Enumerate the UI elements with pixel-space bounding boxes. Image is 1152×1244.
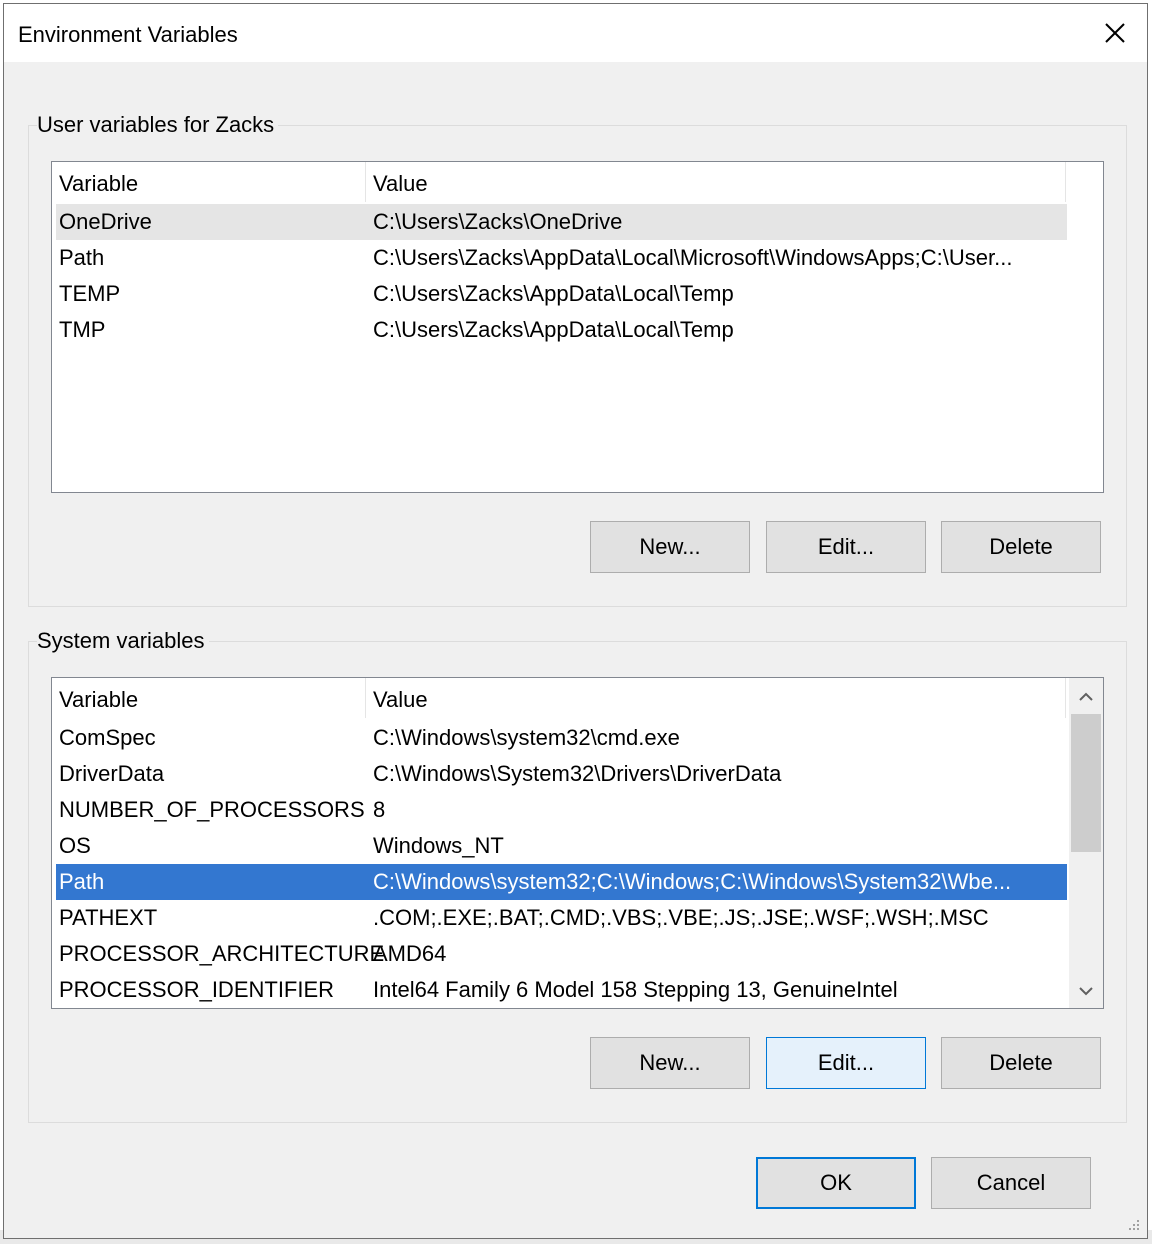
variable-cell: TMP [59, 317, 106, 342]
scroll-up-button[interactable] [1069, 680, 1103, 714]
variable-cell: Path [59, 869, 105, 894]
table-row[interactable]: TMP C:\Users\Zacks\AppData\Local\Temp [56, 312, 1067, 348]
scroll-down-icon [1079, 987, 1093, 996]
table-row[interactable]: DriverData C:\Windows\System32\Drivers\D… [56, 756, 1067, 792]
variable-cell: TEMP [59, 281, 121, 306]
table-row[interactable]: PATHEXT .COM;.EXE;.BAT;.CMD;.VBS;.VBE;.J… [56, 900, 1067, 936]
table-row[interactable]: NUMBER_OF_PROCESSORS 8 [56, 792, 1067, 828]
value-cell: C:\Windows\System32\Drivers\DriverData [373, 761, 782, 786]
table-row[interactable]: PROCESSOR_ARCHITECTURE AMD64 [56, 936, 1067, 972]
user-variables-label: User variables for Zacks [37, 112, 279, 138]
column-header-value[interactable]: Value [366, 162, 1066, 202]
table-row[interactable]: OS Windows_NT [56, 828, 1067, 864]
value-cell: C:\Windows\system32;C:\Windows;C:\Window… [373, 869, 1012, 894]
value-cell: C:\Users\Zacks\AppData\Local\Temp [373, 281, 734, 306]
variable-cell: DriverData [59, 761, 165, 786]
title-bar: Environment Variables [4, 4, 1147, 62]
scroll-down-button[interactable] [1069, 974, 1103, 1008]
system-new-button[interactable]: New... [590, 1037, 750, 1089]
value-cell: .COM;.EXE;.BAT;.CMD;.VBS;.VBE;.JS;.JSE;.… [373, 905, 989, 930]
user-new-button[interactable]: New... [590, 521, 750, 573]
table-row[interactable]: Path C:\Users\Zacks\AppData\Local\Micros… [56, 240, 1067, 276]
environment-variables-dialog: Environment Variables User variables for… [3, 3, 1148, 1239]
value-cell: Windows_NT [373, 833, 504, 858]
user-variables-list[interactable]: Variable Value OneDrive C:\Users\Zacks\O… [51, 161, 1104, 493]
cancel-button[interactable]: Cancel [931, 1157, 1091, 1209]
table-row[interactable]: PROCESSOR_IDENTIFIER Intel64 Family 6 Mo… [56, 972, 1067, 1008]
system-variables-list[interactable]: Variable Value ComSpec C:\Windows\system… [51, 677, 1104, 1009]
variable-cell: OS [59, 833, 91, 858]
user-edit-button[interactable]: Edit... [766, 521, 926, 573]
vertical-scrollbar[interactable] [1069, 678, 1103, 1008]
value-cell: C:\Users\Zacks\OneDrive [373, 209, 623, 234]
table-row[interactable]: ComSpec C:\Windows\system32\cmd.exe [56, 720, 1067, 756]
table-row-selected[interactable]: Path C:\Windows\system32;C:\Windows;C:\W… [56, 864, 1067, 900]
column-header-value[interactable]: Value [366, 678, 1066, 718]
variable-cell: NUMBER_OF_PROCESSORS [59, 797, 365, 822]
value-cell: Intel64 Family 6 Model 158 Stepping 13, … [373, 977, 898, 1002]
list-header: Variable Value [52, 162, 1067, 202]
value-cell: 8 [373, 797, 386, 822]
user-delete-button[interactable]: Delete [941, 521, 1101, 573]
column-header-variable[interactable]: Variable [52, 162, 366, 202]
variable-cell: OneDrive [59, 209, 152, 234]
variable-cell: PATHEXT [59, 905, 158, 930]
table-row[interactable]: TEMP C:\Users\Zacks\AppData\Local\Temp [56, 276, 1067, 312]
value-cell: AMD64 [373, 941, 447, 966]
system-variables-label: System variables [37, 628, 209, 654]
table-row[interactable]: OneDrive C:\Users\Zacks\OneDrive [56, 204, 1067, 240]
variable-cell: Path [59, 245, 105, 270]
column-header-variable[interactable]: Variable [52, 678, 366, 718]
close-icon [1105, 23, 1125, 43]
variable-cell: PROCESSOR_IDENTIFIER [59, 977, 335, 1002]
close-button[interactable] [1083, 4, 1147, 62]
resize-grip-icon[interactable] [1127, 1218, 1141, 1232]
system-edit-button[interactable]: Edit... [766, 1037, 926, 1089]
value-cell: C:\Users\Zacks\AppData\Local\Microsoft\W… [373, 245, 1013, 270]
variable-cell: PROCESSOR_ARCHITECTURE [59, 941, 385, 966]
scroll-up-icon [1079, 692, 1093, 701]
ok-button[interactable]: OK [756, 1157, 916, 1209]
window-title: Environment Variables [18, 22, 238, 47]
value-cell: C:\Users\Zacks\AppData\Local\Temp [373, 317, 734, 342]
variable-cell: ComSpec [59, 725, 156, 750]
system-delete-button[interactable]: Delete [941, 1037, 1101, 1089]
value-cell: C:\Windows\system32\cmd.exe [373, 725, 680, 750]
scrollbar-thumb[interactable] [1071, 714, 1101, 852]
list-header: Variable Value [52, 678, 1067, 718]
